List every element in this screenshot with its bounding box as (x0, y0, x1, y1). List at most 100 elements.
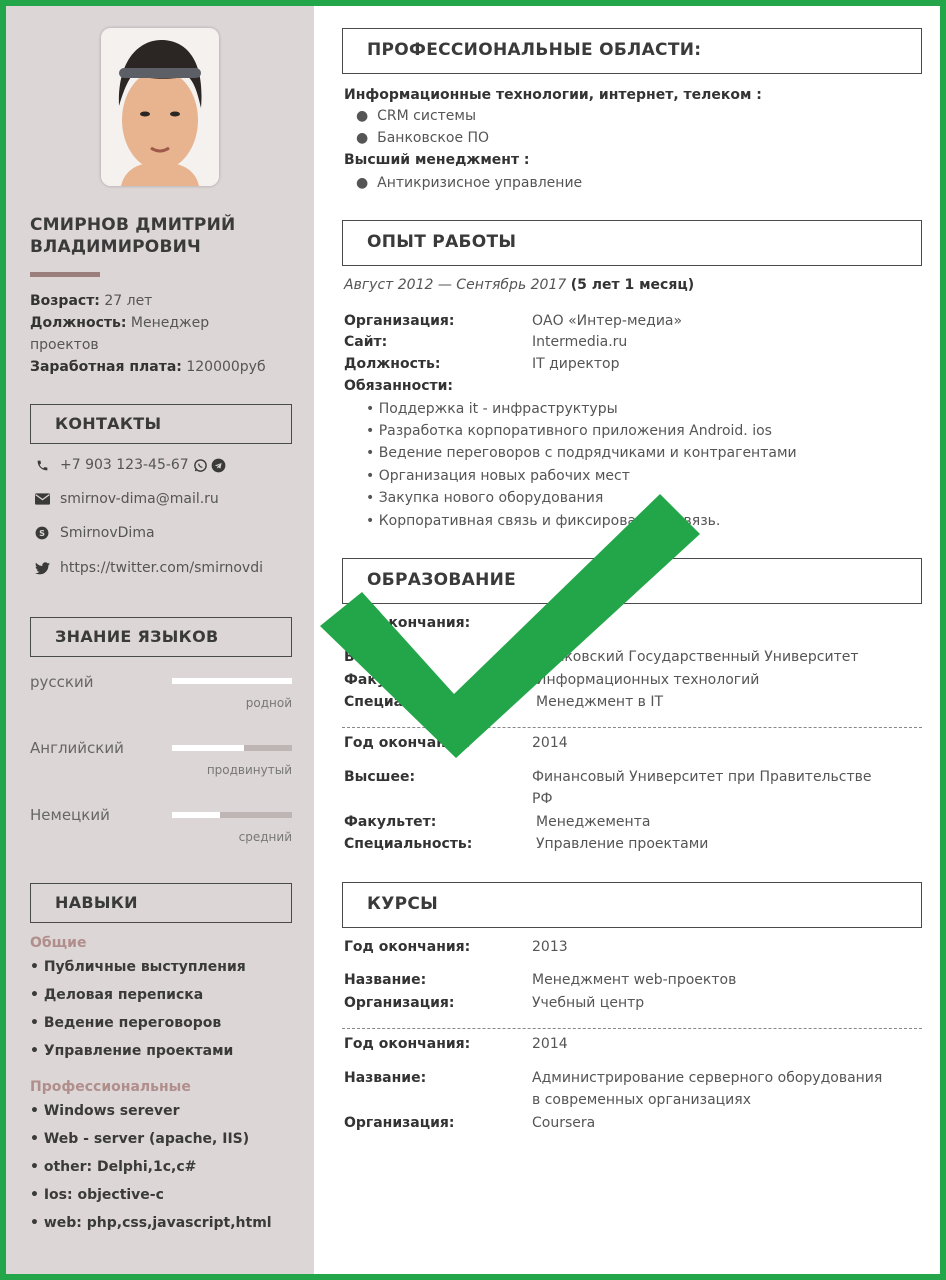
skill-item: • Деловая переписка (30, 987, 204, 1003)
salary-value: 120000руб (186, 359, 266, 375)
whatsapp-icon[interactable] (193, 457, 209, 473)
language-level: продвинутый (206, 763, 292, 777)
skills-general-title: Общие (30, 935, 87, 951)
education-divider (342, 727, 922, 728)
sidebar: СМИРНОВ ДМИТРИЙ ВЛАДИМИРОВИЧ Возраст: 27… (6, 6, 314, 1274)
contact-email[interactable]: smirnov-dima@mail.ru (34, 488, 219, 510)
experience-heading: ОПЫТ РАБОТЫ (342, 220, 922, 266)
job-position-label: Должность: (344, 356, 441, 372)
experience-duration: (5 лет 1 месяц) (570, 277, 695, 293)
skill-item: • Ведение переговоров (30, 1015, 222, 1031)
edu-higher-value: Финансовый Университет при Правительстве (532, 769, 872, 785)
position-row-cont: проектов (30, 334, 300, 356)
edu-spec-label: Специальность: (344, 836, 473, 852)
org-label: Организация: (344, 313, 455, 329)
language-level: родной (245, 696, 292, 710)
position-row: Должность: Менеджер (30, 312, 300, 334)
edu-year-value: 2014 (532, 735, 568, 751)
position-value: Менеджер (130, 315, 210, 331)
area-item-text: CRM системы (377, 108, 477, 124)
areas-heading: ПРОФЕССИОНАЛЬНЫЕ ОБЛАСТИ: (342, 28, 922, 74)
duty-item: • Разработка корпоративного приложения A… (366, 423, 772, 439)
languages-heading: ЗНАНИЕ ЯЗЫКОВ (30, 617, 292, 657)
edu-faculty-value: Менеджемента (536, 814, 651, 830)
edu-higher-label: Высшее: (344, 769, 416, 785)
site-value[interactable]: Intermedia.ru (532, 334, 627, 350)
svg-text:S: S (39, 528, 45, 538)
course-org-label: Организация: (344, 995, 455, 1011)
edu-year-label: Год окончания: (344, 615, 471, 631)
area-item: ● Антикризисное управление (356, 175, 583, 191)
language-level: средний (238, 830, 292, 844)
course-year-value: 2014 (532, 1036, 568, 1052)
language-level-bar (172, 812, 292, 818)
course-org-label: Организация: (344, 1115, 455, 1131)
contact-twitter[interactable]: https://twitter.com/smirnovdi (34, 557, 263, 579)
profile-photo (101, 28, 219, 186)
courses-heading: КУРСЫ (342, 882, 922, 928)
org-value: ОАО «Интер-медиа» (532, 313, 683, 329)
skill-item: • Управление проектами (30, 1043, 234, 1059)
area-item-text: Антикризисное управление (377, 175, 583, 191)
name-underline (30, 272, 100, 277)
twitter-icon (34, 560, 50, 576)
skill-item: • Ios: objective-c (30, 1187, 164, 1203)
contact-phone[interactable]: +7 903 123-45-67 (34, 454, 227, 476)
age-row: Возраст: 27 лет (30, 290, 300, 312)
edu-higher-value-cont: РФ (532, 791, 553, 807)
course-org-value: Coursera (532, 1115, 596, 1131)
age-value: 27 лет (104, 293, 153, 309)
area-group-title: Информационные технологии, интернет, тел… (344, 87, 762, 103)
email-address: smirnov-dima@mail.ru (60, 491, 219, 507)
phone-number: +7 903 123-45-67 (60, 457, 189, 473)
skype-name: SmirnovDima (60, 525, 155, 541)
phone-icon (34, 457, 50, 473)
name-line-1: СМИРНОВ ДМИТРИЙ (30, 215, 236, 235)
age-label: Возраст: (30, 293, 100, 309)
skill-item: • Публичные выступления (30, 959, 246, 975)
edu-spec-value: Управление проектами (536, 836, 709, 852)
skill-item: • web: php,css,javascript,html (30, 1215, 272, 1231)
contacts-heading: КОНТАКТЫ (30, 404, 292, 444)
course-org-value: Учебный центр (532, 995, 645, 1011)
edu-higher-value: Московский Государственный Университет (536, 649, 859, 665)
position-value-cont: проектов (30, 337, 99, 353)
mail-icon (34, 491, 50, 507)
position-label: Должность: (30, 315, 127, 331)
duty-item: • Поддержка it - инфраструктуры (366, 401, 618, 417)
duties-label: Обязанности: (344, 378, 454, 394)
skype-icon: S (34, 525, 50, 541)
main-content: ПРОФЕССИОНАЛЬНЫЕ ОБЛАСТИ: Информационные… (314, 6, 940, 1274)
contact-skype[interactable]: S SmirnovDima (34, 522, 155, 544)
resume-frame: СМИРНОВ ДМИТРИЙ ВЛАДИМИРОВИЧ Возраст: 27… (0, 0, 946, 1280)
language-name: Английский (30, 739, 124, 757)
telegram-icon[interactable] (211, 457, 227, 473)
course-name-value: Менеджмент web-проектов (532, 972, 737, 988)
skills-pro-title: Профессиональные (30, 1079, 191, 1095)
course-name-label: Название: (344, 1070, 427, 1086)
area-item: ● Банковское ПО (356, 130, 490, 146)
name-line-2: ВЛАДИМИРОВИЧ (30, 237, 201, 257)
language-name: русский (30, 673, 94, 691)
course-year-label: Год окончания: (344, 1036, 471, 1052)
edu-higher-label: Высшее: (344, 649, 416, 665)
course-year-label: Год окончания: (344, 939, 471, 955)
edu-year-label: Год окончания: (344, 735, 471, 751)
skills-heading: НАВЫКИ (30, 883, 292, 923)
edu-spec-value: Менеджмент в IT (536, 694, 664, 710)
duty-item: • Корпоративная связь и фиксированная св… (366, 513, 721, 529)
skill-item: • Web - server (apache, IIS) (30, 1131, 250, 1147)
area-group-title: Высший менеджмент : (344, 152, 530, 168)
course-name-value: Администрирование серверного оборудовани… (532, 1070, 883, 1086)
experience-period: Август 2012 — Сентябрь 2017 (344, 277, 567, 293)
twitter-url: https://twitter.com/smirnovdi (60, 560, 263, 576)
courses-divider (342, 1028, 922, 1029)
salary-label: Заработная плата: (30, 359, 182, 375)
skill-item: • Windows serever (30, 1103, 180, 1119)
job-position-value: IT директор (532, 356, 620, 372)
edu-spec-label: Специальность: (344, 694, 473, 710)
site-label: Сайт: (344, 334, 388, 350)
course-name-label: Название: (344, 972, 427, 988)
edu-faculty-value: Информационных технологий (536, 672, 760, 688)
edu-faculty-label: Факультет: (344, 814, 437, 830)
